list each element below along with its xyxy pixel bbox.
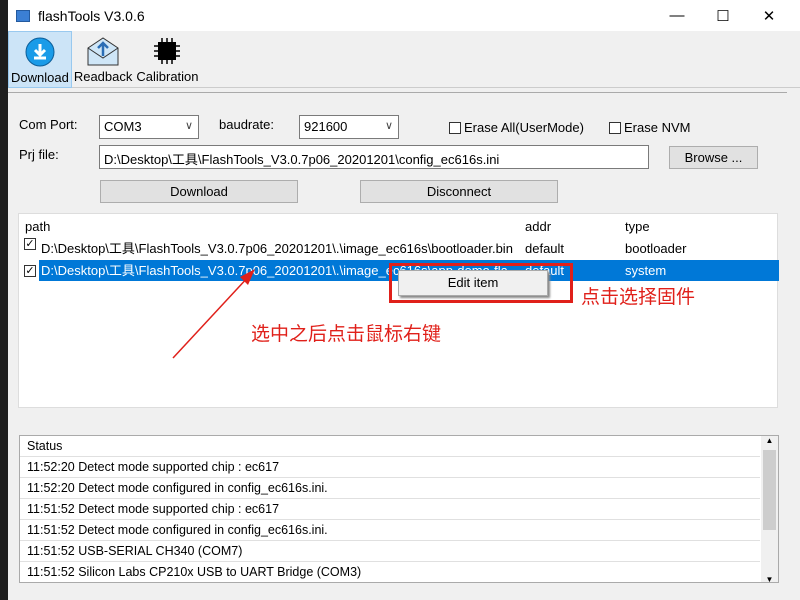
toolbar-download[interactable]: Download	[8, 31, 72, 88]
item-path: D:\Desktop\工具\FlashTools_V3.0.7p06_20201…	[41, 241, 513, 256]
context-menu: Edit item	[398, 270, 548, 296]
status-line: 11:52:20 Detect mode supported chip : ec…	[20, 457, 760, 478]
annotation-click-firmware: 点击选择固件	[581, 286, 696, 308]
maximize-button[interactable]: ☐	[700, 0, 746, 31]
erase-nvm-label: Erase NVM	[624, 120, 691, 135]
status-line: 11:51:52 Detect mode supported chip : ec…	[20, 499, 760, 520]
toolbar-label: Download	[11, 70, 69, 85]
checkbox-checked-icon[interactable]: ✓	[24, 238, 36, 250]
com-port-value: COM3	[104, 119, 142, 134]
item-type: bootloader	[625, 241, 687, 256]
checkbox-icon	[449, 122, 461, 134]
toolbar: Download Readback Calibration	[8, 31, 800, 88]
list-header: path addr type	[19, 216, 779, 237]
baudrate-select[interactable]: 921600 ∨	[299, 115, 399, 139]
toolbar-label: Readback	[73, 69, 133, 84]
browse-button[interactable]: Browse ...	[669, 146, 758, 169]
column-header-type[interactable]: type	[625, 216, 650, 237]
envelope-upload-icon	[86, 33, 120, 69]
app-icon	[16, 9, 30, 22]
status-header: Status	[20, 436, 760, 457]
status-log: Status 11:52:20 Detect mode supported ch…	[19, 435, 779, 583]
checkbox-icon	[609, 122, 621, 134]
annotation-right-click: 选中之后点击鼠标右键	[251, 323, 442, 345]
com-port-label: Com Port:	[19, 117, 78, 132]
window-title: flashTools V3.0.6	[38, 7, 145, 24]
file-list: path addr type ✓ D:\Desktop\工具\FlashTool…	[18, 213, 779, 408]
scroll-up-icon[interactable]: ▲	[761, 436, 778, 450]
baudrate-label: baudrate:	[219, 117, 274, 132]
chevron-down-icon: ∨	[184, 120, 193, 132]
status-line: 11:51:52 USB-SERIAL CH340 (COM7)	[20, 541, 760, 562]
status-line: 11:52:20 Detect mode configured in confi…	[20, 478, 760, 499]
com-port-select[interactable]: COM3 ∨	[99, 115, 199, 139]
erase-nvm-checkbox[interactable]: Erase NVM	[609, 120, 690, 135]
status-line: 11:51:52 Detect mode configured in confi…	[20, 520, 760, 541]
main-panel: Com Port: COM3 ∨ baudrate: 921600 ∨ Erase …	[8, 92, 787, 600]
baudrate-value: 921600	[304, 119, 348, 134]
item-addr: default	[525, 241, 565, 256]
title-bar: flashTools V3.0.6 — ☐ ✕	[8, 0, 800, 31]
app-window: flashTools V3.0.6 — ☐ ✕ Download Readbac…	[8, 0, 800, 600]
toolbar-readback[interactable]: Readback	[72, 31, 135, 88]
vertical-scrollbar[interactable]: ▲ ▼	[761, 436, 778, 582]
scroll-down-icon[interactable]: ▼	[761, 575, 778, 582]
download-button[interactable]: Download	[100, 180, 298, 203]
chevron-down-icon: ∨	[384, 120, 393, 132]
scroll-thumb[interactable]	[763, 450, 776, 530]
minimize-button[interactable]: —	[654, 0, 700, 31]
erase-all-label: Erase All(UserMode)	[464, 120, 584, 135]
disconnect-button[interactable]: Disconnect	[360, 180, 558, 203]
prj-file-label: Prj file:	[19, 147, 59, 162]
checkbox-checked-icon[interactable]: ✓	[24, 265, 36, 277]
toolbar-calibration[interactable]: Calibration	[134, 31, 200, 88]
erase-all-checkbox[interactable]: Erase All(UserMode)	[449, 120, 584, 135]
status-line: 11:51:52 Silicon Labs CP210x USB to UART…	[20, 562, 760, 582]
annotation-arrow	[172, 269, 255, 359]
item-type: system	[625, 263, 667, 278]
menu-item-edit[interactable]: Edit item	[448, 275, 499, 290]
toolbar-label: Calibration	[136, 69, 199, 84]
download-icon	[25, 34, 55, 70]
chip-icon	[153, 33, 181, 69]
prj-file-input[interactable]: D:\Desktop\工具\FlashTools_V3.0.7p06_20201…	[99, 145, 649, 169]
column-header-addr[interactable]: addr	[525, 216, 551, 237]
list-item[interactable]: ✓ D:\Desktop\工具\FlashTools_V3.0.7p06_202…	[19, 238, 779, 259]
close-button[interactable]: ✕	[746, 0, 792, 31]
column-header-path[interactable]: path	[25, 216, 50, 237]
